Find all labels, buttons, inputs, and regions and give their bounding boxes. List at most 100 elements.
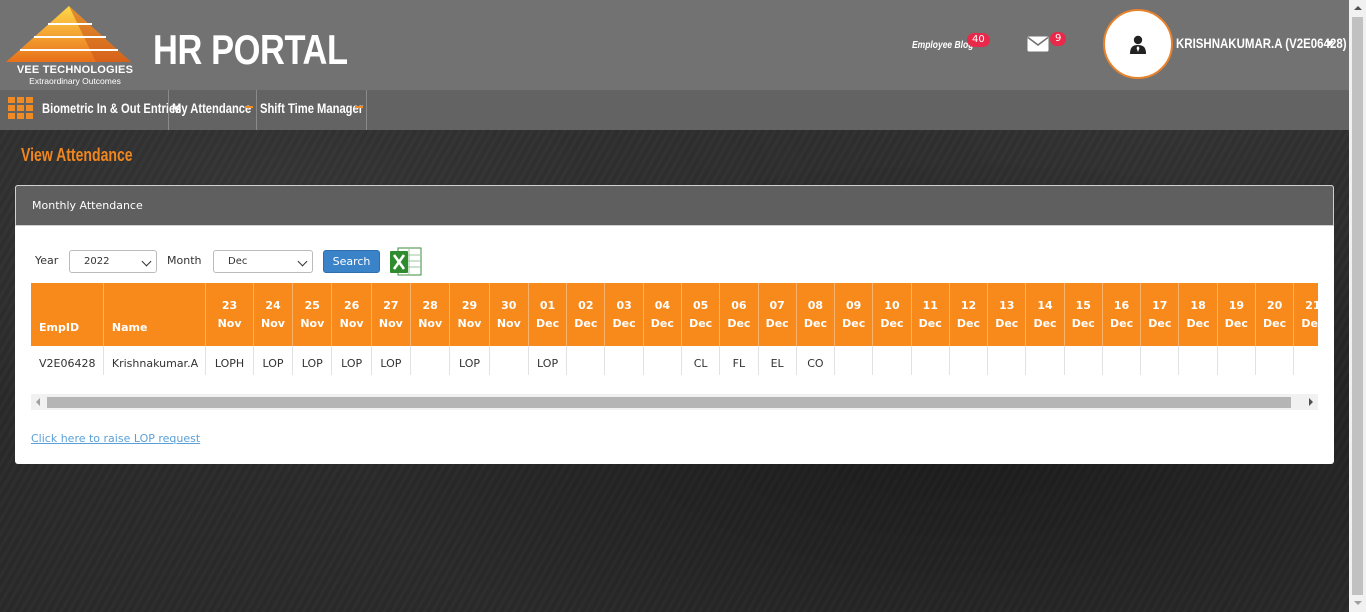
column-header-date: 07 Dec bbox=[758, 283, 797, 346]
column-header-date: 26 Nov bbox=[331, 283, 372, 346]
scroll-down-icon[interactable] bbox=[1354, 601, 1362, 605]
column-header-date: 15 Dec bbox=[1064, 283, 1103, 346]
scroll-left-icon[interactable] bbox=[36, 398, 40, 406]
nav-divider bbox=[168, 90, 169, 130]
header-month: Dec bbox=[536, 316, 560, 330]
header-month: Nov bbox=[496, 316, 521, 330]
nav-shift-time-manager[interactable]: Shift Time Manager bbox=[260, 90, 389, 130]
chevron-down-icon bbox=[297, 256, 308, 267]
cell-attendance-status bbox=[604, 346, 644, 375]
cell-attendance-status bbox=[1178, 346, 1218, 375]
column-header-empid: EmpID bbox=[31, 283, 104, 346]
year-label: Year bbox=[35, 254, 59, 267]
cell-attendance-status bbox=[1293, 346, 1318, 375]
column-header-date: 18 Dec bbox=[1178, 283, 1218, 346]
column-header-date: 05 Dec bbox=[681, 283, 721, 346]
column-header-date: 02 Dec bbox=[566, 283, 606, 346]
month-select[interactable]: Dec bbox=[213, 250, 313, 273]
header-day: 01 bbox=[539, 298, 556, 312]
column-header-date: 30 Nov bbox=[489, 283, 529, 346]
header-day: 17 bbox=[1152, 298, 1168, 312]
header-day: 20 bbox=[1266, 298, 1283, 312]
cell-attendance-status bbox=[911, 346, 950, 375]
column-header-date: 09 Dec bbox=[834, 283, 874, 346]
panel-header: Monthly Attendance bbox=[15, 185, 1334, 226]
header-day: 25 bbox=[304, 298, 320, 312]
attendance-table-wrapper: EmpID Name 23 Nov 24 Nov 25 Nov 26 Nov 27 Nov 28 Nov 2… bbox=[31, 283, 1318, 375]
column-header-date: 01 Dec bbox=[528, 283, 568, 346]
cell-attendance-status bbox=[834, 346, 874, 375]
cell-attendance-status bbox=[1102, 346, 1142, 375]
column-header-date: 19 Dec bbox=[1217, 283, 1256, 346]
vertical-scrollbar[interactable] bbox=[1349, 0, 1366, 612]
header-day: 02 bbox=[578, 298, 594, 312]
cell-attendance-status bbox=[1255, 346, 1295, 375]
header-month: Dec bbox=[880, 316, 904, 330]
column-header-date: 14 Dec bbox=[1025, 283, 1065, 346]
column-header-date: 27 Nov bbox=[371, 283, 412, 346]
column-header-date: 12 Dec bbox=[949, 283, 989, 346]
cell-attendance-status: LOP bbox=[331, 346, 372, 375]
cell-attendance-status: LOP bbox=[253, 346, 294, 375]
chevron-down-icon bbox=[141, 256, 152, 267]
column-header-date: 28 Nov bbox=[410, 283, 451, 346]
chevron-down-icon[interactable] bbox=[1326, 41, 1334, 46]
header-day: 30 bbox=[501, 298, 517, 312]
search-button[interactable]: Search bbox=[323, 250, 380, 273]
company-logo[interactable]: VEE TECHNOLOGIES Extraordinary Outcomes bbox=[6, 6, 144, 86]
mail-icon[interactable] bbox=[1027, 36, 1049, 52]
column-header-date: 20 Dec bbox=[1255, 283, 1295, 346]
header-day: 21 bbox=[1305, 298, 1318, 312]
attendance-panel: Monthly Attendance Year 2022 Month Dec S… bbox=[15, 185, 1334, 464]
header-month: Nov bbox=[378, 316, 403, 330]
horizontal-scrollbar[interactable] bbox=[31, 394, 1318, 410]
scrollbar-thumb[interactable] bbox=[1352, 17, 1363, 595]
user-menu[interactable]: KRISHNAKUMAR.A (V2E06428) bbox=[1176, 35, 1347, 51]
header-month: Dec bbox=[1224, 316, 1248, 330]
header-day: 28 bbox=[422, 298, 438, 312]
column-header-date: 16 Dec bbox=[1102, 283, 1142, 346]
cell-attendance-status bbox=[410, 346, 451, 375]
panel-title: Monthly Attendance bbox=[32, 199, 143, 212]
column-header-date: 08 Dec bbox=[796, 283, 836, 346]
table-row: V2E06428 Krishnakumar.A LOPH LOP LOP LOP LOP LO… bbox=[31, 346, 1318, 375]
cell-attendance-status bbox=[1064, 346, 1103, 375]
header-day: 12 bbox=[960, 298, 977, 312]
scroll-up-icon[interactable] bbox=[1354, 6, 1362, 10]
header-day: 06 bbox=[731, 298, 747, 312]
column-header-date: 17 Dec bbox=[1140, 283, 1180, 346]
employee-blog-link[interactable]: Employee Blog bbox=[912, 40, 973, 51]
mail-count-badge: 9 bbox=[1050, 32, 1067, 46]
column-header-date: 21 Dec bbox=[1293, 283, 1318, 346]
header-month: Dec bbox=[918, 316, 942, 330]
header-day: 08 bbox=[807, 298, 824, 312]
nav-divider bbox=[256, 90, 257, 130]
scrollbar-thumb[interactable] bbox=[47, 397, 1291, 408]
raise-lop-request-link[interactable]: Click here to raise LOP request bbox=[31, 432, 200, 445]
dropdown-icon bbox=[245, 106, 253, 108]
header-day: 04 bbox=[654, 298, 671, 312]
header-day: 05 bbox=[692, 298, 709, 312]
year-select[interactable]: 2022 bbox=[69, 250, 157, 273]
avatar[interactable] bbox=[1103, 9, 1173, 79]
cell-attendance-status bbox=[489, 346, 529, 375]
cell-attendance-status bbox=[1140, 346, 1180, 375]
header-month: Dec bbox=[765, 316, 789, 330]
header-month: Nov bbox=[261, 316, 285, 330]
cell-attendance-status: CL bbox=[681, 346, 721, 375]
header-day: 18 bbox=[1190, 298, 1206, 312]
header-month: Nov bbox=[300, 316, 325, 330]
cell-attendance-status: EL bbox=[758, 346, 797, 375]
scroll-right-icon[interactable] bbox=[1309, 398, 1313, 406]
cell-attendance-status bbox=[872, 346, 912, 375]
page-title: View Attendance bbox=[21, 145, 133, 165]
cell-attendance-status: FL bbox=[719, 346, 759, 375]
header-month: Dec bbox=[1186, 316, 1210, 330]
header-day: 11 bbox=[922, 298, 938, 312]
grid-menu-icon[interactable] bbox=[8, 97, 34, 121]
dropdown-icon bbox=[355, 106, 363, 108]
header-day: 10 bbox=[884, 298, 900, 312]
header-month: Dec bbox=[1109, 316, 1134, 330]
excel-icon[interactable] bbox=[389, 245, 423, 278]
logo-pyramid-icon bbox=[6, 6, 131, 62]
